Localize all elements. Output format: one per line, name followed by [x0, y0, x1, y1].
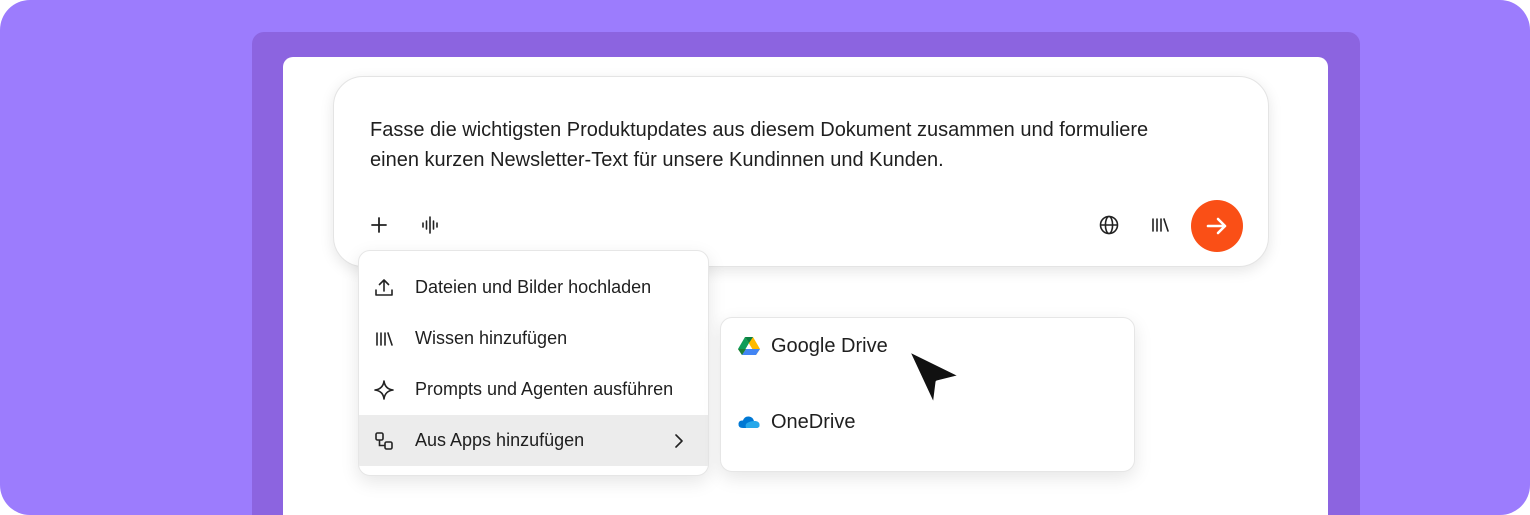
upload-icon: [373, 277, 395, 299]
frame-background: Fasse die wichtigsten Produktupdates aus…: [0, 0, 1530, 515]
library-button[interactable]: [1143, 208, 1177, 242]
onedrive-icon: [737, 410, 761, 434]
menu-item-label: Wissen hinzufügen: [415, 328, 568, 348]
prompt-box[interactable]: Fasse die wichtigsten Produktupdates aus…: [333, 76, 1269, 267]
prompt-input[interactable]: Fasse die wichtigsten Produktupdates aus…: [370, 115, 1250, 175]
menu-item-label: Aus Apps hinzufügen: [415, 430, 585, 450]
send-button[interactable]: [1191, 200, 1243, 252]
library-icon: [1152, 218, 1169, 232]
prompt-text-line-1: Fasse die wichtigsten Produktupdates aus…: [370, 119, 1149, 141]
web-search-button[interactable]: [1092, 208, 1126, 242]
apps-icon: [373, 430, 395, 452]
menu-item-label: Prompts und Agenten ausführen: [415, 379, 674, 399]
sparkle-icon: [373, 379, 395, 401]
add-button[interactable]: [362, 208, 396, 242]
menu-item-add-from-apps[interactable]: Aus Apps hinzufügen: [359, 415, 708, 466]
library-icon: [373, 328, 395, 350]
submenu-item-label: Google Drive: [771, 334, 888, 357]
plus-icon: [371, 217, 387, 233]
attach-menu: Dateien und Bilder hochladen Wissen hinz…: [358, 250, 709, 476]
menu-item-upload-files[interactable]: Dateien und Bilder hochladen: [359, 262, 708, 313]
prompt-text-line-2: einen kurzen Newsletter-Text für unsere …: [370, 149, 944, 171]
voice-waveform-icon: [422, 216, 438, 234]
submenu-item-label: OneDrive: [771, 410, 856, 433]
menu-item-run-prompts[interactable]: Prompts und Agenten ausführen: [359, 364, 708, 415]
google-drive-icon: [737, 334, 761, 358]
mouse-cursor-icon: [906, 348, 963, 408]
globe-icon: [1099, 215, 1119, 235]
arrow-right-icon: [1206, 217, 1227, 235]
menu-item-label: Dateien und Bilder hochladen: [415, 277, 652, 297]
chevron-right-icon: [671, 433, 687, 449]
menu-item-add-knowledge[interactable]: Wissen hinzufügen: [359, 313, 708, 364]
voice-button[interactable]: [413, 208, 447, 242]
